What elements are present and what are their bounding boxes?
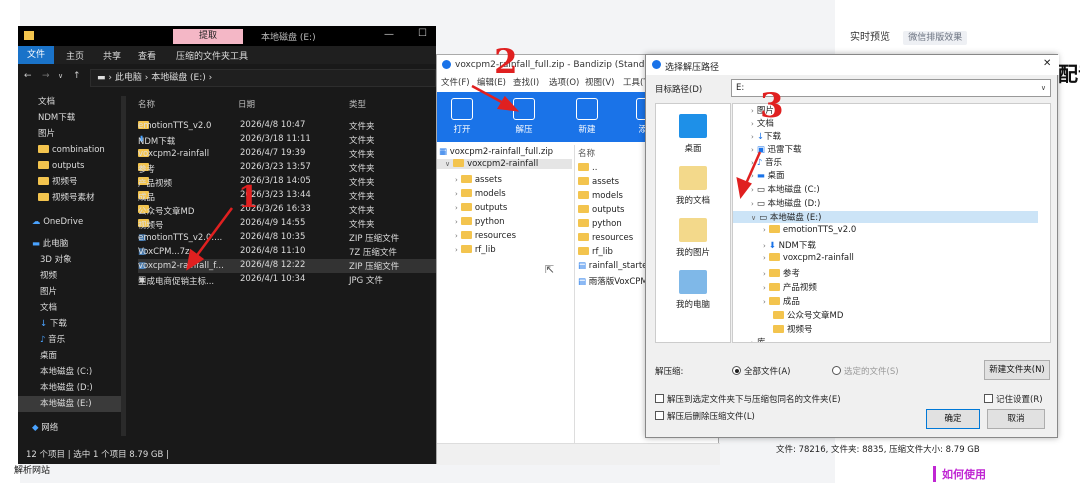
annotation-arrowhead-2 bbox=[496, 95, 520, 112]
annotation-arrow-1 bbox=[193, 207, 234, 259]
annotation-number-1: 1 bbox=[238, 180, 259, 215]
annotation-number-2: 2 bbox=[494, 42, 518, 82]
annotation-layer bbox=[186, 84, 762, 271]
annotation-arrow-3 bbox=[743, 151, 762, 187]
annotation-number-3: 3 bbox=[760, 86, 784, 126]
annotation-arrowhead-1 bbox=[186, 248, 205, 271]
